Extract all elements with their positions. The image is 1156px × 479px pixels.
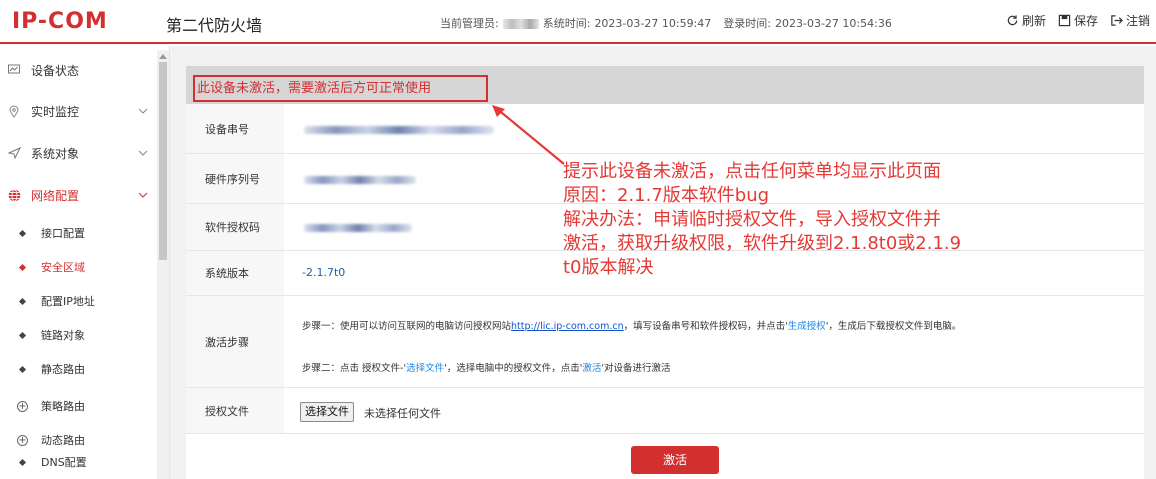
product-name: 第二代防火墙	[166, 16, 263, 35]
brand-logo: IP-COM	[12, 9, 108, 34]
bullet-icon	[18, 458, 27, 466]
sidebar-item-label: 系统对象	[31, 146, 80, 161]
no-file-chosen-text: 未选择任何文件	[364, 407, 441, 420]
annotation-line: 解决办法：申请临时授权文件，导入授权文件并	[563, 209, 941, 230]
chevron-down-icon	[138, 108, 148, 114]
sidebar-item-realtime-monitor[interactable]: 实时监控	[0, 91, 156, 131]
sidebar-subitem-security-zone[interactable]: 安全区域	[0, 250, 156, 284]
subitem-label: 安全区域	[41, 261, 85, 274]
sidebar-subitem-policy-route[interactable]: + 策略路由	[0, 389, 156, 423]
save-icon	[1058, 14, 1071, 27]
license-code-redacted	[304, 224, 412, 232]
sidebar-subitem-link-objects[interactable]: 链路对象	[0, 318, 156, 352]
annotation-text: 提示此设备未激活，点击任何菜单均显示此页面 原因：2.1.7版本软件bug 解决…	[563, 160, 1058, 280]
step-one-text-2: ，填写设备串号和软件授权码，并点击'	[623, 321, 788, 332]
activate-ref: 激活	[582, 363, 602, 374]
login-time-label: 登录时间:	[723, 17, 771, 30]
scroll-up-icon[interactable]	[159, 53, 167, 59]
sidebar-item-label: 实时监控	[31, 104, 80, 119]
activate-button[interactable]: 激活	[631, 446, 719, 474]
annotation-line: 提示此设备未激活，点击任何菜单均显示此页面	[563, 161, 941, 182]
hardware-serial-redacted	[304, 176, 416, 184]
subitem-label: 链路对象	[41, 329, 85, 342]
step-two: 步骤二：点击 授权文件-'选择文件'，选择电脑中的授权文件，点击'激活'对设备进…	[302, 360, 670, 374]
sidebar-item-device-status[interactable]: 设备状态	[0, 50, 156, 90]
license-file-label: 授权文件	[186, 388, 284, 433]
logout-label: 注销	[1125, 14, 1150, 28]
bullet-icon	[18, 297, 27, 305]
sidebar-item-label: 设备状态	[31, 63, 80, 78]
chevron-down-icon	[138, 150, 148, 156]
step-one-text: 步骤一：使用可以访问互联网的电脑访问授权网站	[302, 321, 512, 332]
system-version-label: 系统版本	[186, 251, 284, 295]
globe-icon	[7, 188, 21, 202]
refresh-button[interactable]: 刷新	[1006, 12, 1046, 29]
generate-license-ref: 生成授权	[787, 321, 826, 332]
annotation-arrow-icon	[492, 105, 565, 165]
subitem-label: 配置IP地址	[41, 295, 95, 308]
sidebar-item-system-objects[interactable]: 系统对象	[0, 133, 156, 173]
step-two-text-2: '，选择电脑中的授权文件，点击'	[444, 363, 583, 374]
header-info: 当前管理员: 系统时间: 2023-03-27 10:59:47 登录时间: 2023-…	[440, 15, 896, 31]
bullet-icon	[18, 263, 27, 271]
save-label: 保存	[1073, 14, 1098, 28]
monitor-icon	[7, 63, 21, 77]
step-one: 步骤一：使用可以访问互联网的电脑访问授权网站http://lic.ip-com.…	[302, 318, 961, 332]
send-icon	[7, 146, 21, 160]
row-device-serial: 设备串号	[186, 104, 1144, 154]
hardware-serial-label: 硬件序列号	[186, 154, 284, 203]
login-time: 2023-03-27 10:54:36	[774, 17, 892, 30]
chevron-down-icon	[138, 192, 148, 198]
inactive-notice: 此设备未激活，需要激活后方可正常使用	[193, 75, 488, 102]
bullet-icon	[18, 365, 27, 373]
top-header: IP-COM 第二代防火墙 当前管理员: 系统时间: 2023-03-27 10:5…	[0, 0, 1156, 44]
location-icon	[7, 104, 21, 118]
choose-file-ref: 选择文件	[406, 363, 445, 374]
sidebar-item-network-config[interactable]: 网络配置	[0, 175, 156, 215]
sidebar-scroll-thumb[interactable]	[159, 62, 167, 260]
choose-file-button[interactable]: 选择文件	[300, 402, 354, 422]
row-activation-steps: 激活步骤	[186, 296, 1144, 388]
plus-circle-icon: +	[17, 400, 28, 412]
system-time-label: 系统时间:	[542, 17, 591, 30]
subitem-label: 接口配置	[41, 227, 85, 240]
sidebar-item-label: 网络配置	[31, 188, 80, 203]
sidebar-subitem-dns[interactable]: DNS配置	[0, 445, 156, 479]
refresh-icon	[1007, 15, 1018, 26]
plus-circle-icon: +	[17, 434, 28, 446]
logout-button[interactable]: 注销	[1110, 12, 1150, 29]
subitem-label: 静态路由	[41, 363, 85, 376]
admin-name-redacted	[502, 19, 539, 29]
sidebar-subitem-static-route[interactable]: 静态路由	[0, 352, 156, 386]
device-serial-redacted	[304, 126, 494, 134]
license-site-link[interactable]: http://lic.ip-com.com.cn	[511, 321, 624, 332]
bullet-icon	[18, 229, 27, 237]
admin-label: 当前管理员:	[440, 17, 499, 30]
logout-icon	[1111, 15, 1123, 26]
license-code-label: 软件授权码	[186, 204, 284, 250]
step-two-text: 步骤二：点击 授权文件-'	[302, 363, 407, 374]
annotation-line: 激活，获取升级权限，软件升级到2.1.8t0或2.1.9	[563, 233, 962, 254]
annotation-line: t0版本解决	[563, 257, 654, 278]
system-version-value: -2.1.7t0	[302, 266, 346, 279]
step-one-text-3: '，生成后下载授权文件到电脑。	[825, 321, 962, 332]
subitem-label: 策略路由	[41, 400, 85, 413]
sidebar-subitem-interface[interactable]: 接口配置	[0, 216, 156, 250]
refresh-label: 刷新	[1021, 14, 1046, 28]
sidebar-subitem-ip-address[interactable]: 配置IP地址	[0, 284, 156, 318]
annotation-line: 原因：2.1.7版本软件bug	[563, 185, 770, 206]
device-serial-label: 设备串号	[186, 104, 284, 153]
system-time: 2023-03-27 10:59:47	[594, 17, 712, 30]
save-button[interactable]: 保存	[1058, 12, 1098, 29]
subitem-label: DNS配置	[41, 456, 87, 469]
bullet-icon	[18, 331, 27, 339]
activation-steps-label: 激活步骤	[186, 296, 284, 387]
step-two-text-3: '对设备进行激活	[601, 363, 671, 374]
header-actions: 刷新 保存 注销	[1006, 12, 1150, 29]
